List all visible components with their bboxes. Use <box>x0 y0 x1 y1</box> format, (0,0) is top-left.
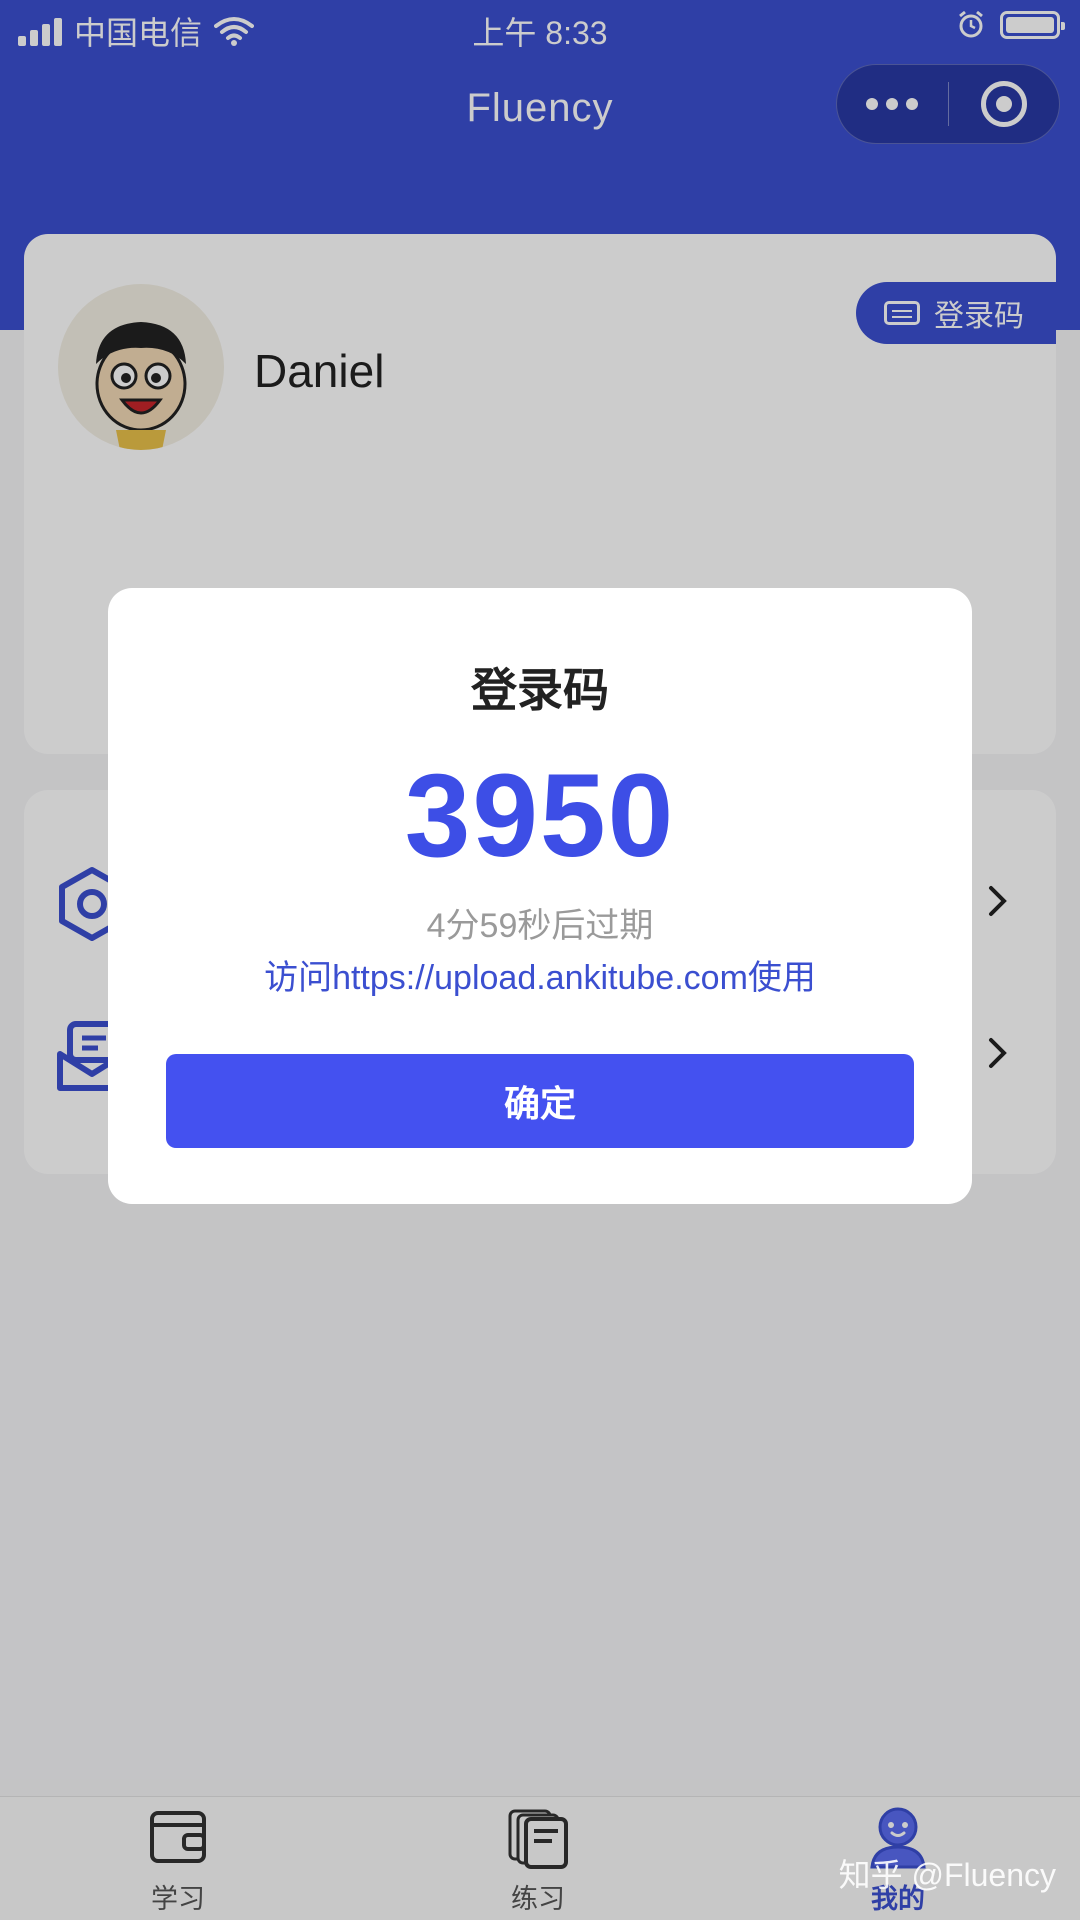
screen: 中国电信 上午 8:33 Fluency Daniel 登录码 学习 练习 我的… <box>0 0 1080 1920</box>
login-code-dialog: 登录码 3950 4分59秒后过期 访问https://upload.ankit… <box>108 588 972 1204</box>
upload-url-text: 访问https://upload.ankitube.com使用 <box>264 959 816 997</box>
watermark: 知乎 @Fluency <box>838 1857 1056 1893</box>
confirm-button[interactable]: 确定 <box>166 1054 914 1148</box>
expire-countdown: 4分59秒后过期 <box>426 907 654 945</box>
dialog-title: 登录码 <box>471 664 609 716</box>
login-code-value: 3950 <box>404 750 676 882</box>
